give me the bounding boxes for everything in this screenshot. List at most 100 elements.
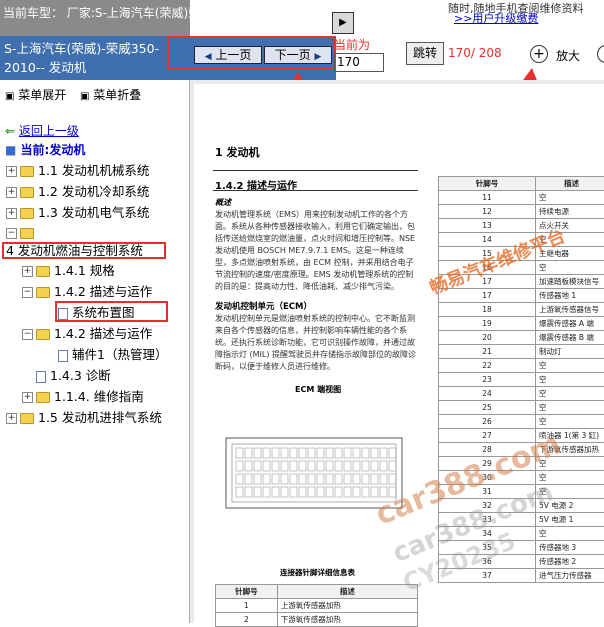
table-cell: 传感器地 2 xyxy=(536,555,604,569)
upgrade-link[interactable]: >>用户升级缴费 xyxy=(454,10,538,26)
tree-item-description-2[interactable]: −1.4.2 描述与运作 xyxy=(22,325,152,343)
tree-item-label: 1.1.4. 维修指南 xyxy=(54,389,144,404)
tree-item-auxiliary[interactable]: 辅件1（热管理） xyxy=(58,346,167,364)
current-section-label: 当前:发动机 xyxy=(21,143,86,157)
tree-item-engine-electrical[interactable]: +1.3 发动机电气系统 xyxy=(6,204,149,222)
table-cell: 29 xyxy=(439,457,536,471)
connector-pin xyxy=(272,448,279,458)
table-cell: 持续电源 xyxy=(536,205,604,219)
table-row: 1 上游氧传感器加热 xyxy=(216,599,418,613)
tree-item-engine-mechanical[interactable]: +1.1 发动机机械系统 xyxy=(6,162,149,180)
table-header: 针脚号 xyxy=(216,585,278,599)
table-row: 16空 xyxy=(439,261,604,275)
connector-table-title: 连接器针脚详细信息表 xyxy=(280,567,355,578)
menu-icon: ▣ xyxy=(80,91,89,102)
table-row: 31空 xyxy=(439,485,604,499)
table-cell: 空 xyxy=(536,373,604,387)
expand-icon[interactable]: + xyxy=(6,187,17,198)
table-cell: 5V 电源 2 xyxy=(536,499,604,513)
divider xyxy=(213,170,418,171)
connector-pin xyxy=(290,487,297,497)
connector-pin xyxy=(236,448,243,458)
table-cell: 制动灯 xyxy=(536,345,604,359)
expand-icon[interactable]: + xyxy=(6,413,17,424)
table-cell: 13 xyxy=(439,219,536,233)
ecm-connector-diagram xyxy=(222,398,412,548)
zoom-in-icon[interactable]: + xyxy=(530,45,548,63)
jump-button[interactable]: 跳转 xyxy=(406,42,444,65)
table-row: 325V 电源 2 xyxy=(439,499,604,513)
table-row: 25空 xyxy=(439,401,604,415)
folder-icon xyxy=(20,187,34,198)
connector-pin xyxy=(272,487,279,497)
current-page-label: 当前为 xyxy=(334,36,370,53)
page-number-input[interactable]: 170 xyxy=(334,53,384,72)
connector-pin xyxy=(326,474,333,484)
tree-item-repair-guide[interactable]: +1.1.4. 维修指南 xyxy=(22,388,144,406)
expand-icon[interactable]: + xyxy=(6,208,17,219)
connector-pin xyxy=(344,461,351,471)
zoom-out-icon[interactable] xyxy=(597,45,604,63)
table-cell: 空 xyxy=(536,261,604,275)
table-cell: 空 xyxy=(536,485,604,499)
table-cell: 1 xyxy=(216,599,278,613)
table-cell: 下游氧传感器加热 xyxy=(277,613,417,627)
tree-item-diagnosis[interactable]: 1.4.3 诊断 xyxy=(36,367,111,385)
zoom-in-label[interactable]: 放大 xyxy=(556,47,580,64)
tree-item-label: 1.2 发动机冷却系统 xyxy=(38,184,149,199)
connector-pin xyxy=(299,461,306,471)
tree-item-specs[interactable]: +1.4.1 规格 xyxy=(22,262,115,280)
table-cell: 空 xyxy=(536,457,604,471)
tree-item-label: 1.4.2 描述与运作 xyxy=(54,284,152,299)
connector-pin xyxy=(371,461,378,471)
connector-pin xyxy=(353,487,360,497)
collapse-icon[interactable]: − xyxy=(22,287,33,298)
tree-item-intake-exhaust[interactable]: +1.5 发动机进排气系统 xyxy=(6,409,162,427)
expand-all-button[interactable]: ▣ 菜单展开 xyxy=(5,86,66,103)
tree-item-collapsed[interactable]: − xyxy=(6,224,38,242)
table-cell: 17 xyxy=(439,275,536,289)
play-icon[interactable]: ▶ xyxy=(332,12,354,34)
expand-icon[interactable]: + xyxy=(22,266,33,277)
tree-item-description[interactable]: − 1.4.2 描述与运作 xyxy=(22,283,152,301)
connector-pin xyxy=(380,474,387,484)
connector-pin xyxy=(272,461,279,471)
connector-pin xyxy=(254,474,261,484)
table-cell: 上游氧传感器信号 xyxy=(536,303,604,317)
collapse-icon[interactable]: − xyxy=(6,228,17,239)
database-icon: ■ xyxy=(5,143,16,157)
tree-item-label: 1.4.1 规格 xyxy=(54,263,115,278)
connector-pin xyxy=(290,461,297,471)
connector-pin xyxy=(290,474,297,484)
table-cell: 25 xyxy=(439,401,536,415)
connector-pin xyxy=(263,448,270,458)
folder-icon xyxy=(36,392,50,403)
expand-icon[interactable]: + xyxy=(22,392,33,403)
document-icon xyxy=(36,371,46,383)
folder-icon xyxy=(20,413,34,424)
table-cell: 空 xyxy=(536,233,604,247)
connector-pin xyxy=(254,448,261,458)
divider xyxy=(213,190,418,191)
table-row: 21制动灯 xyxy=(439,345,604,359)
table-row: 18上游氧传感器信号 xyxy=(439,303,604,317)
menu-icon: ▣ xyxy=(5,91,14,102)
expand-icon[interactable]: + xyxy=(6,166,17,177)
table-cell: 17 xyxy=(439,289,536,303)
collapse-icon[interactable]: − xyxy=(22,329,33,340)
connector-pin xyxy=(281,448,288,458)
highlight-box xyxy=(2,242,166,259)
table-cell: 23 xyxy=(439,373,536,387)
table-cell: 18 xyxy=(439,303,536,317)
table-cell: 加速踏板模块信号 xyxy=(536,275,604,289)
collapse-all-button[interactable]: ▣ 菜单折叠 xyxy=(80,86,141,103)
back-link[interactable]: ⇐ 返回上一级 xyxy=(5,122,79,139)
table-cell: 爆震传感器 B 端 xyxy=(536,331,604,345)
table-header: 描述 xyxy=(536,177,604,191)
connector-pin xyxy=(299,487,306,497)
tree-item-engine-cooling[interactable]: +1.2 发动机冷却系统 xyxy=(6,183,149,201)
table-cell: 20 xyxy=(439,331,536,345)
table-cell: 空 xyxy=(536,191,604,205)
back-label: 返回上一级 xyxy=(19,124,79,138)
table-cell: 33 xyxy=(439,513,536,527)
